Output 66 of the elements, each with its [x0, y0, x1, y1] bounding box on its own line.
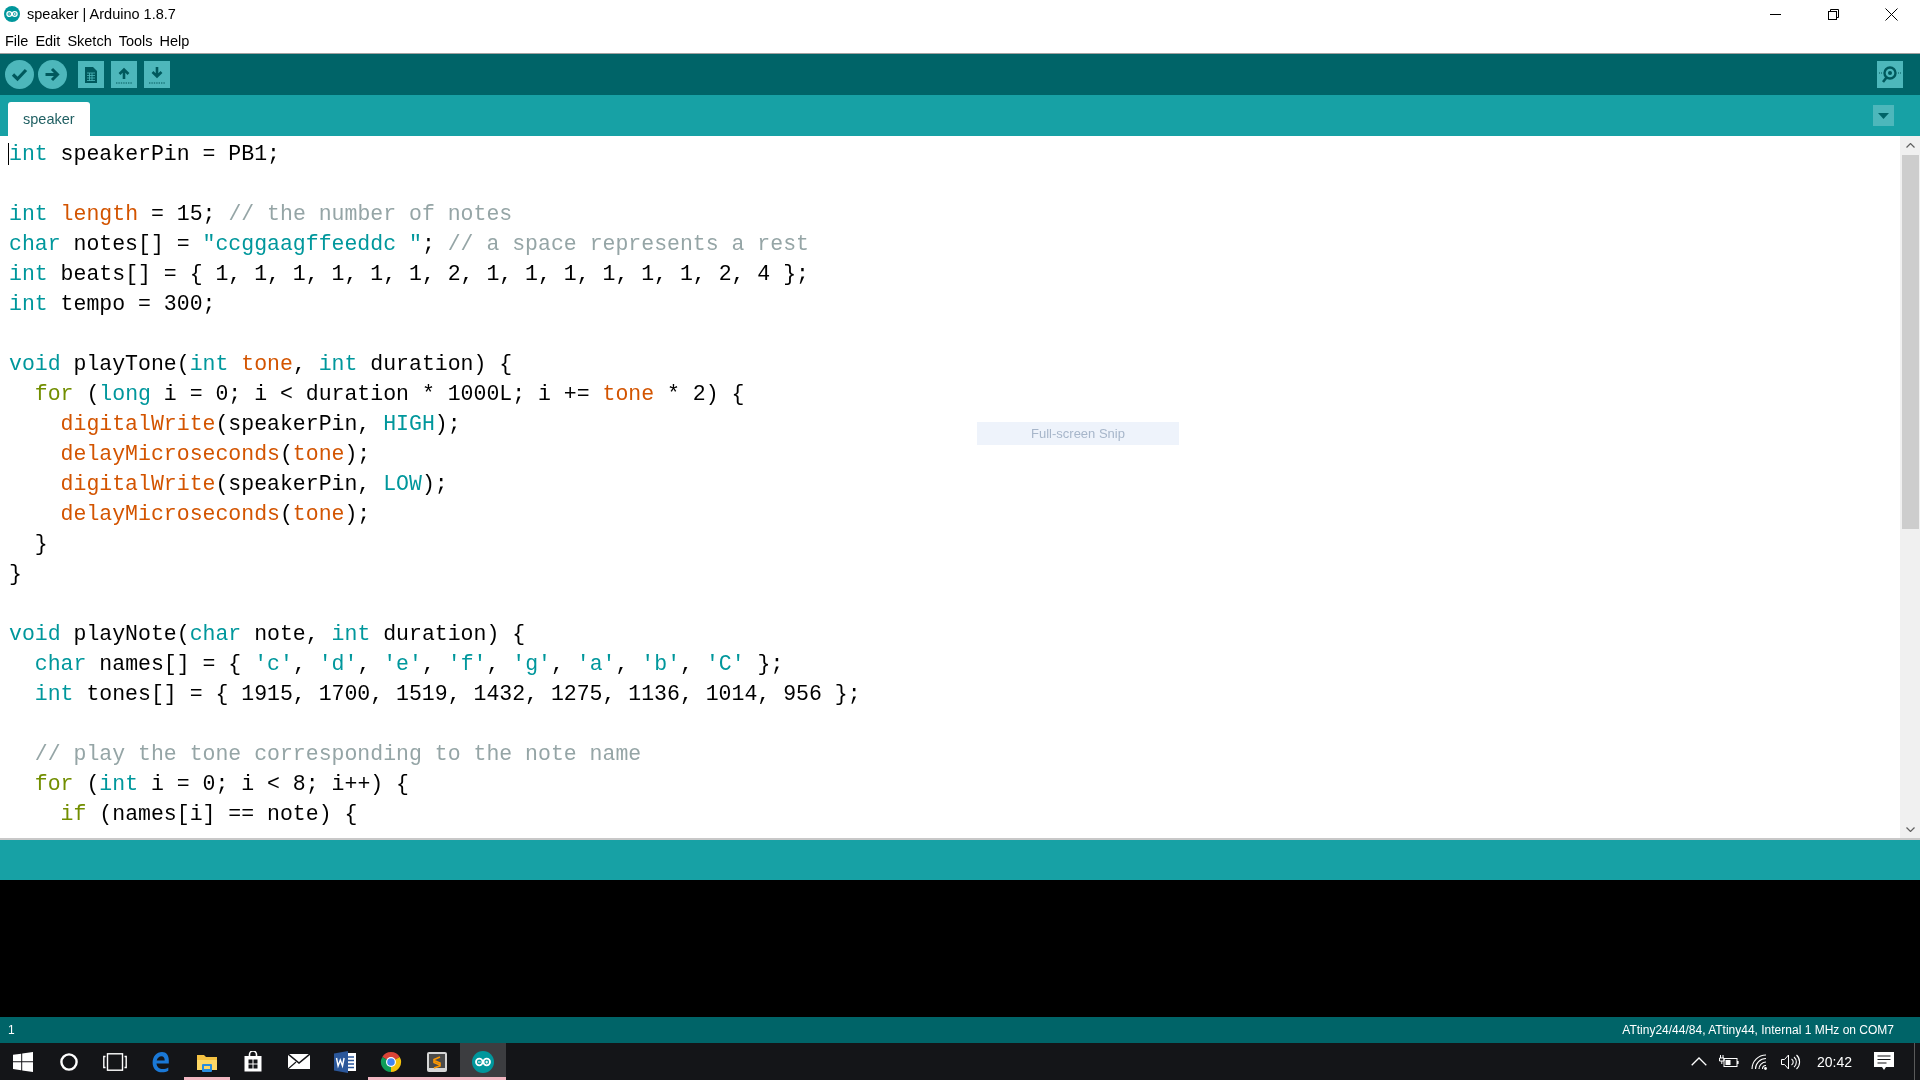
open-button[interactable] — [111, 61, 137, 88]
verify-button[interactable] — [5, 60, 34, 89]
caret-down-icon — [1878, 112, 1889, 119]
line-number: 1 — [8, 1023, 15, 1037]
menu-item[interactable]: File — [1, 30, 32, 51]
code-line: int tempo = 300; — [9, 291, 216, 318]
arrow-down-icon — [149, 65, 165, 84]
restore-icon — [1827, 8, 1839, 20]
document-icon — [85, 66, 97, 83]
new-sketch-button[interactable] — [78, 61, 104, 88]
code-line: int tones[] = { 1915, 1700, 1519, 1432, 1275, 1136, 1014, 956 }; — [33, 681, 861, 708]
close-icon — [1884, 7, 1898, 21]
code-line: int length = 15; // the number of notes — [9, 201, 513, 228]
window-title: speaker | Arduino 1.8.7 — [27, 6, 176, 22]
code-line: delayMicroseconds(tone); — [59, 441, 371, 468]
minimize-icon — [1769, 13, 1781, 15]
code-line: for (int i = 0; i < 8; i++) { — [33, 771, 409, 798]
clock[interactable]: 20:42 — [1806, 1053, 1864, 1070]
chevron-down-icon[interactable] — [1905, 826, 1915, 832]
menu-item[interactable]: Sketch — [63, 30, 115, 51]
ring-logo-icon — [380, 1050, 402, 1073]
battery-icon — [1718, 1055, 1739, 1068]
code-line: int speakerPin = PB1; — [9, 141, 280, 168]
taskbar-app-button[interactable] — [460, 1043, 506, 1080]
tab-menu-button[interactable] — [1873, 105, 1894, 126]
menu-item[interactable]: Edit — [31, 30, 64, 51]
code-line: if (names[i] == note) { — [59, 801, 358, 828]
code-line: // play the tone corresponding to the note name — [33, 741, 642, 768]
code-line: } — [9, 561, 22, 588]
code-line: char notes[] = "ccggaagffeeddc "; // a space represents a rest — [9, 231, 809, 258]
chevron-up-icon[interactable] — [1905, 142, 1915, 148]
code-line: for (long i = 0; i < duration * 1000L; i += tone * 2) { — [33, 381, 745, 408]
code-line: void playTone(int tone, int duration) { — [9, 351, 513, 378]
infinity-logo-icon — [4, 6, 20, 22]
upload-button[interactable] — [38, 60, 67, 89]
infinity-logo-icon — [472, 1050, 494, 1073]
stripes-tile-icon — [427, 1051, 447, 1072]
scrollbar-track[interactable] — [1900, 136, 1920, 838]
window-panes-icon — [13, 1051, 33, 1072]
scrollbar-thumb[interactable] — [1901, 155, 1919, 529]
arrow-up-icon — [116, 65, 132, 84]
code-line: digitalWrite(speakerPin, LOW); — [59, 471, 448, 498]
document-icon — [334, 1050, 356, 1073]
chevron-up-icon — [1690, 1057, 1707, 1066]
ring-icon — [60, 1052, 78, 1071]
notification-icon — [1874, 1051, 1894, 1072]
envelope-icon — [288, 1054, 310, 1069]
code-line: digitalWrite(speakerPin, HIGH); — [59, 411, 461, 438]
e-logo-icon — [150, 1050, 172, 1073]
serial-monitor-button[interactable] — [1877, 61, 1903, 88]
sketch-tab[interactable]: speaker — [8, 102, 90, 136]
menu-item[interactable]: Help — [155, 30, 193, 51]
stacked-frames-icon — [103, 1052, 127, 1071]
code-line: char names[] = { 'c', 'd', 'e', 'f', 'g', 'a', 'b', 'C' }; — [33, 651, 784, 678]
tooltip: Full-screen Snip — [977, 422, 1179, 445]
menu-item[interactable]: Tools — [114, 30, 156, 51]
shopping-bag-icon — [244, 1051, 262, 1072]
code-line: int beats[] = { 1, 1, 1, 1, 1, 1, 2, 1, 1, 1, 1, 1, 1, 2, 4 }; — [9, 261, 809, 288]
speaker-volume-icon — [1780, 1053, 1801, 1070]
magnifier-icon — [1879, 64, 1901, 85]
code-line: } — [33, 531, 48, 558]
code-line: delayMicroseconds(tone); — [59, 501, 371, 528]
board-info: ATtiny24/44/84, ATtiny44, Internal 1 MHz on COM7 — [1622, 1023, 1894, 1037]
wifi-icon — [1750, 1053, 1769, 1070]
code-line: void playNote(char note, int duration) { — [9, 621, 526, 648]
save-button[interactable] — [144, 61, 170, 88]
